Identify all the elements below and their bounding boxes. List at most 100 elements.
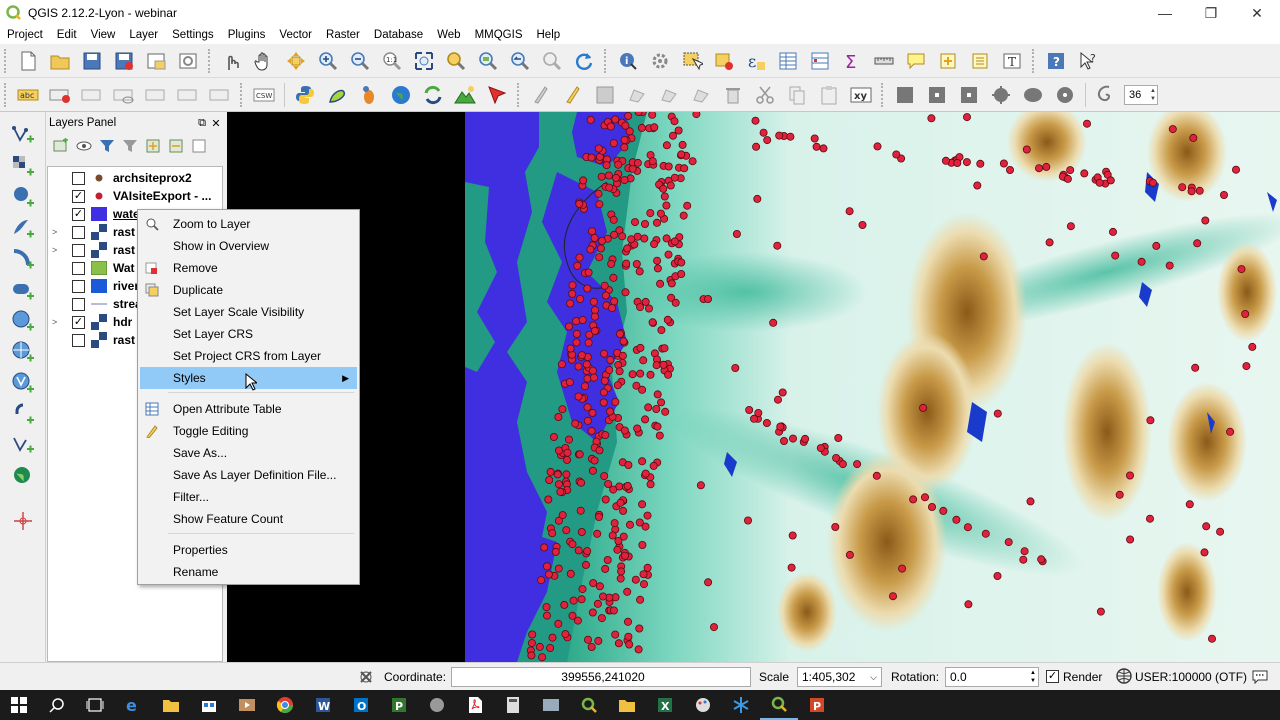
layer-visibility-checkbox[interactable]: ✓ [72, 189, 85, 203]
new-project-icon[interactable] [15, 48, 41, 74]
add-feature-icon[interactable] [624, 82, 650, 108]
copy-features-icon[interactable] [784, 82, 810, 108]
shape-square-center-icon[interactable] [956, 82, 982, 108]
add-wms-layer-icon[interactable] [10, 308, 36, 334]
search-icon[interactable] [38, 690, 76, 720]
close-button[interactable]: ✕ [1234, 0, 1280, 26]
menu-item-toggle-editing[interactable]: Toggle Editing [140, 420, 357, 442]
zoom-next-icon[interactable] [539, 48, 565, 74]
select-features-icon[interactable] [679, 48, 705, 74]
menu-item-duplicate[interactable]: Duplicate [140, 279, 357, 301]
print-composer-icon[interactable] [143, 48, 169, 74]
menu-item-set-project-crs[interactable]: Set Project CRS from Layer [140, 345, 357, 367]
shape-square-node-icon[interactable] [924, 82, 950, 108]
add-virtual-layer-icon[interactable] [10, 463, 36, 489]
menu-item-filter[interactable]: Filter... [140, 486, 357, 508]
map-canvas[interactable] [227, 112, 1280, 662]
add-delimited-text-layer-icon[interactable] [10, 401, 36, 427]
show-bookmarks-icon[interactable] [967, 48, 993, 74]
layer-labeling-icon[interactable]: abc [15, 82, 41, 108]
zoom-last-icon[interactable] [507, 48, 533, 74]
close-panel-icon[interactable]: ✕ [209, 117, 223, 130]
menu-item-rename[interactable]: Rename [140, 561, 357, 583]
spiral-icon[interactable] [1093, 82, 1119, 108]
save-project-icon[interactable] [79, 48, 105, 74]
label-size-spinbox[interactable]: 36 ▲ ▼ [1124, 84, 1158, 105]
layer-visibility-checkbox[interactable]: ✓ [72, 207, 85, 221]
refresh-icon[interactable] [571, 48, 597, 74]
map-tips-icon[interactable] [903, 48, 929, 74]
rotate-label-icon[interactable] [175, 82, 201, 108]
shape-ellipse-icon[interactable] [1020, 82, 1046, 108]
add-mssql-layer-icon[interactable] [10, 246, 36, 272]
restore-button[interactable]: ❐ [1188, 0, 1234, 26]
layer-visibility-checkbox[interactable] [72, 261, 85, 275]
task-view-icon[interactable] [76, 690, 114, 720]
measure-line-icon[interactable] [871, 48, 897, 74]
add-wfs-layer-icon[interactable] [10, 370, 36, 396]
filter-legend-icon[interactable] [97, 136, 117, 156]
sync-icon[interactable] [420, 82, 446, 108]
menu-item-show-in-overview[interactable]: Show in Overview [140, 235, 357, 257]
zoom-native-icon[interactable]: 1:1 [379, 48, 405, 74]
menu-project[interactable]: Project [0, 26, 50, 44]
add-raster-layer-icon[interactable] [10, 153, 36, 179]
current-edits-icon[interactable] [528, 82, 554, 108]
python-console-icon[interactable] [292, 82, 318, 108]
rotation-spinbox[interactable]: 0.0 ▲ ▼ [945, 667, 1039, 687]
attribute-table-icon[interactable] [775, 48, 801, 74]
text-annotation-icon[interactable]: T [999, 48, 1025, 74]
folder-icon[interactable] [608, 690, 646, 720]
menu-raster[interactable]: Raster [319, 26, 367, 44]
zoom-in-icon[interactable] [315, 48, 341, 74]
pin-labels-icon[interactable] [47, 82, 73, 108]
georeferencer-icon[interactable] [324, 82, 350, 108]
collapse-all-icon[interactable] [166, 136, 186, 156]
calculator-icon[interactable] [494, 690, 532, 720]
toolbar-grip[interactable] [240, 82, 244, 107]
menu-item-properties[interactable]: Properties [140, 539, 357, 561]
highlight-labels-icon[interactable] [79, 82, 105, 108]
shape-square-icon[interactable] [892, 82, 918, 108]
change-label-icon[interactable] [207, 82, 233, 108]
store-icon[interactable] [190, 690, 228, 720]
remove-layer-icon[interactable] [189, 136, 209, 156]
layer-visibility-checkbox[interactable] [72, 171, 85, 185]
run-feature-action-icon[interactable] [647, 48, 673, 74]
manage-visibility-icon[interactable] [74, 136, 94, 156]
project-icon[interactable]: P [380, 690, 418, 720]
directions-arrow-icon[interactable] [484, 82, 510, 108]
statistical-summary-icon[interactable]: Σ [839, 48, 865, 74]
menu-item-open-attribute-table[interactable]: Open Attribute Table [140, 398, 357, 420]
messages-icon[interactable] [1251, 668, 1269, 686]
menu-web[interactable]: Web [430, 26, 467, 44]
zoom-full-icon[interactable] [411, 48, 437, 74]
toolbar-grip[interactable] [604, 48, 608, 73]
shape-circle-icon[interactable] [1052, 82, 1078, 108]
toggle-editing-icon[interactable] [560, 82, 586, 108]
delete-selected-icon[interactable] [720, 82, 746, 108]
expand-all-icon[interactable] [143, 136, 163, 156]
toolbar-grip[interactable] [1032, 48, 1036, 73]
menu-database[interactable]: Database [367, 26, 430, 44]
acrobat-icon[interactable] [456, 690, 494, 720]
menu-item-set-layer-crs[interactable]: Set Layer CRS [140, 323, 357, 345]
layer-visibility-checkbox[interactable] [72, 297, 85, 311]
save-as-icon[interactable] [111, 48, 137, 74]
globe-icon[interactable] [388, 82, 414, 108]
shape-diamond-icon[interactable] [988, 82, 1014, 108]
menu-item-set-scale-visibility[interactable]: Set Layer Scale Visibility [140, 301, 357, 323]
gps-tools-icon[interactable] [356, 82, 382, 108]
outlook-icon[interactable]: O [342, 690, 380, 720]
pan-hand-icon[interactable] [251, 48, 277, 74]
qgis-taskbar-icon[interactable] [570, 690, 608, 720]
toolbar-grip[interactable] [881, 82, 885, 107]
menu-vector[interactable]: Vector [272, 26, 319, 44]
crs-label[interactable]: USER:100000 (OTF) [1135, 670, 1247, 684]
csw-icon[interactable]: CSW [251, 82, 277, 108]
undock-icon[interactable]: ⧉ [195, 117, 209, 130]
scale-combobox[interactable]: 1:405,302 ⌵ [797, 667, 882, 687]
paste-features-icon[interactable] [816, 82, 842, 108]
edge-browser-icon[interactable]: e [114, 690, 152, 720]
spin-arrows-icon[interactable]: ▲ ▼ [1030, 669, 1036, 685]
